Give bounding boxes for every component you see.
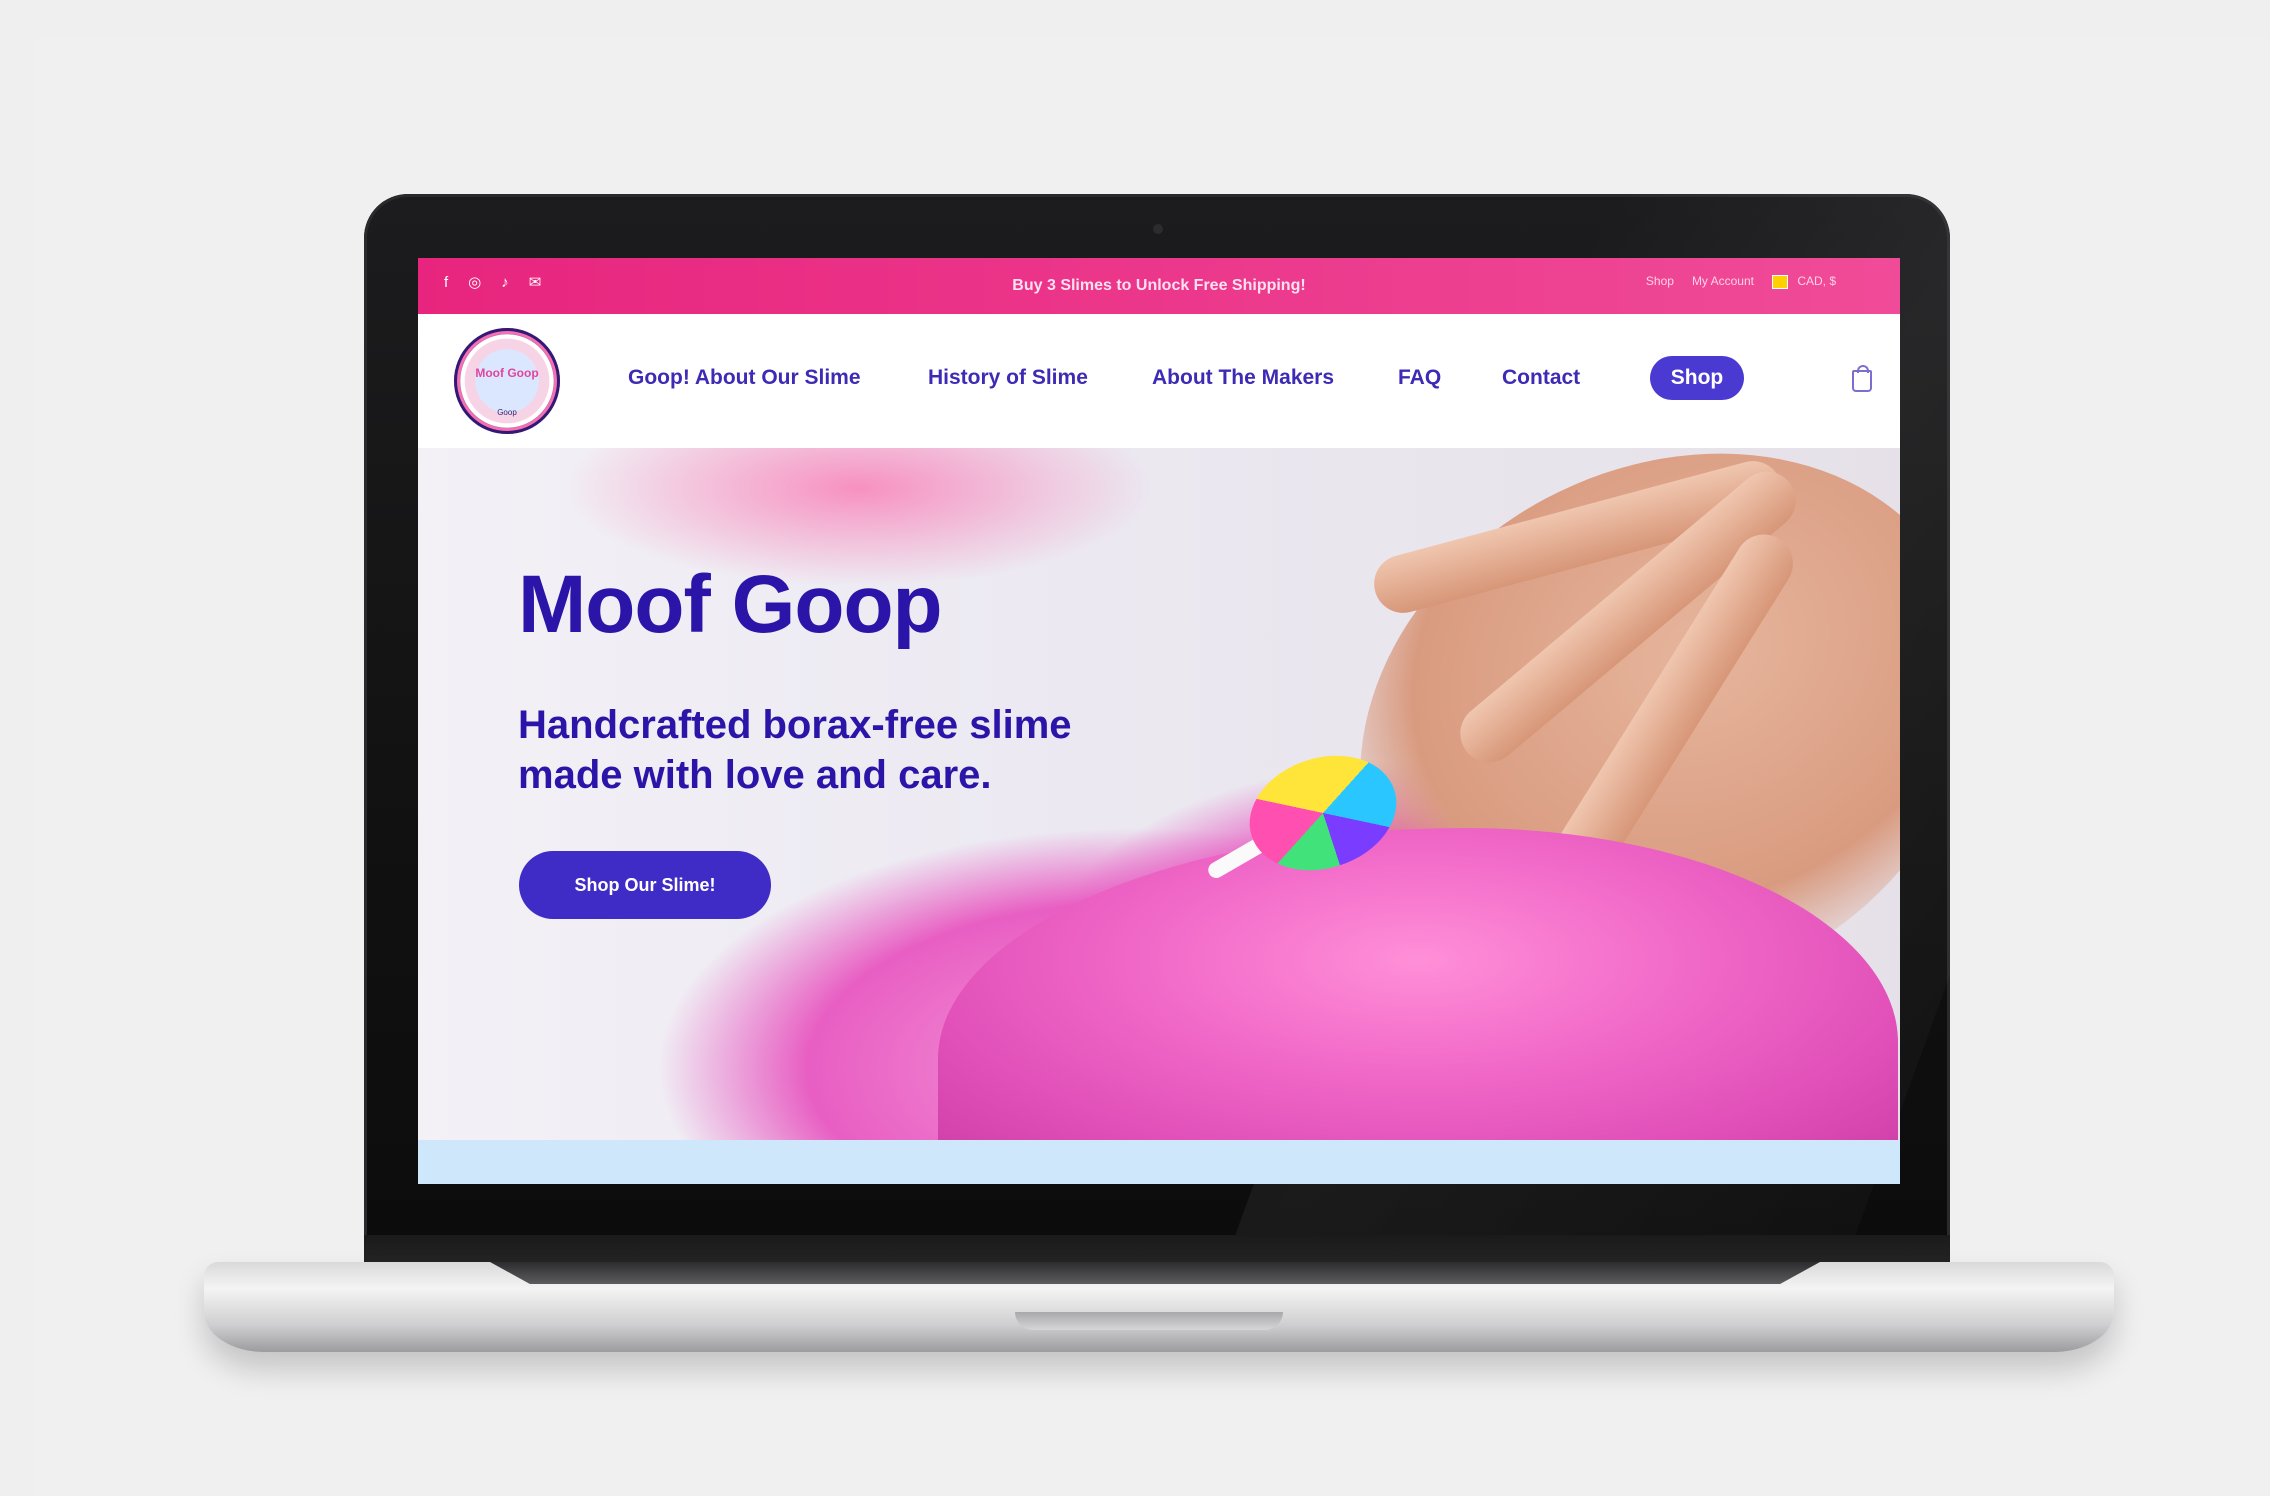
website-screen: f ◎ ♪ ✉ Buy 3 Slimes to Unlock Free Ship… xyxy=(418,258,1900,1184)
nav-link-history[interactable]: History of Slime xyxy=(928,366,1088,390)
currency-selector[interactable]: CAD, $ xyxy=(1771,274,1836,289)
nav-link-faq[interactable]: FAQ xyxy=(1398,366,1441,390)
keyboard-edge xyxy=(490,1262,1820,1284)
section-strip xyxy=(418,1140,1900,1184)
site-header: Moof Goop Goop Goop! About Our Slime His… xyxy=(418,314,1900,449)
shop-our-slime-button[interactable]: Shop Our Slime! xyxy=(519,851,771,919)
nav-link-contact[interactable]: Contact xyxy=(1502,366,1580,390)
nav-link-about-slime[interactable]: Goop! About Our Slime xyxy=(628,366,861,390)
hero-subtitle: Handcrafted borax-free slime made with l… xyxy=(518,703,1072,797)
utility-shop-link[interactable]: Shop xyxy=(1646,274,1674,288)
hero-title: Moof Goop xyxy=(518,559,943,650)
cart-icon[interactable] xyxy=(1852,365,1872,392)
announcement-bar: f ◎ ♪ ✉ Buy 3 Slimes to Unlock Free Ship… xyxy=(418,258,1900,314)
currency-label: CAD, $ xyxy=(1797,274,1836,288)
hero-banner: Moof Goop Handcrafted borax-free slime m… xyxy=(418,448,1900,1140)
nav-link-makers[interactable]: About The Makers xyxy=(1152,366,1334,390)
webcam xyxy=(1153,224,1163,234)
my-account-link[interactable]: My Account xyxy=(1692,274,1754,288)
opening-notch xyxy=(1015,1312,1283,1330)
shop-button[interactable]: Shop xyxy=(1650,356,1744,400)
main-navigation: Goop! About Our Slime History of Slime A… xyxy=(418,314,1900,448)
canada-flag-icon xyxy=(1771,274,1788,289)
utility-links: Shop My Account CAD, $ xyxy=(1646,274,1836,289)
